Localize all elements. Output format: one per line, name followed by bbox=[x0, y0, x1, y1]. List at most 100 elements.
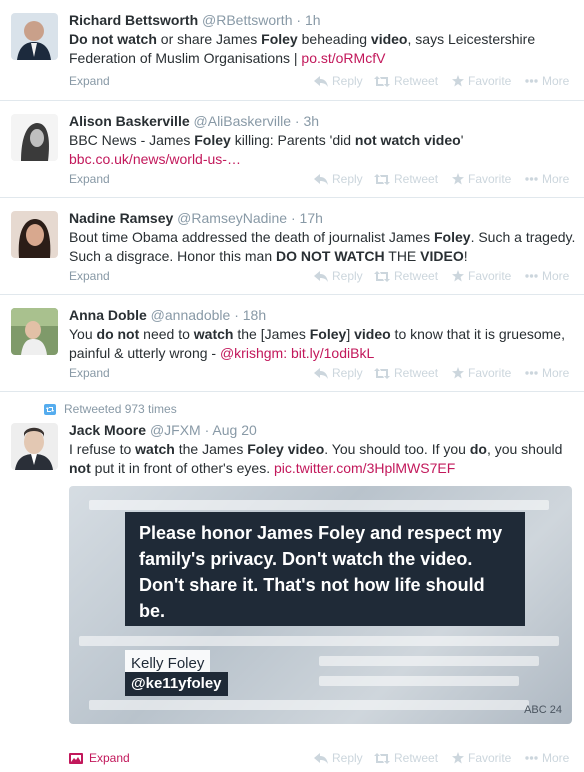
text-highlight: watch bbox=[135, 441, 175, 457]
timestamp[interactable]: 18h bbox=[243, 307, 266, 323]
favorite-button[interactable]: Favorite bbox=[452, 74, 511, 88]
media-image[interactable]: Please honor James Foley and respect my … bbox=[69, 486, 572, 724]
text-highlight: Foley bbox=[261, 31, 298, 47]
retweet-icon bbox=[374, 75, 390, 87]
reply-button[interactable]: Reply bbox=[314, 366, 363, 380]
favorite-label: Favorite bbox=[468, 74, 512, 88]
reply-label: Reply bbox=[332, 74, 363, 88]
favorite-button[interactable]: Favorite bbox=[452, 269, 511, 283]
author-name[interactable]: Richard Bettsworth bbox=[69, 12, 198, 28]
text-fragment: ' bbox=[460, 132, 464, 148]
timestamp[interactable]: 17h bbox=[300, 210, 323, 226]
reply-label: Reply bbox=[332, 751, 363, 765]
text-fragment: the James bbox=[174, 441, 248, 457]
more-label: More bbox=[542, 172, 570, 186]
author-handle[interactable]: @RBettsworth bbox=[202, 12, 292, 28]
tweet[interactable]: Nadine Ramsey @RamseyNadine · 17h Bout t… bbox=[0, 198, 584, 295]
text-fragment: . You should too. If you bbox=[324, 441, 470, 457]
timestamp[interactable]: 3h bbox=[303, 113, 319, 129]
avatar[interactable] bbox=[11, 211, 58, 258]
favorite-label: Favorite bbox=[468, 269, 512, 283]
reply-label: Reply bbox=[332, 172, 363, 186]
background-row bbox=[319, 676, 519, 686]
avatar[interactable] bbox=[11, 423, 58, 470]
tweet[interactable]: Anna Doble @annadoble · 18h You do not n… bbox=[0, 295, 584, 392]
author-name[interactable]: Nadine Ramsey bbox=[69, 210, 173, 226]
reply-label: Reply bbox=[332, 366, 363, 380]
author-handle[interactable]: @JFXM bbox=[150, 422, 201, 438]
star-icon bbox=[452, 367, 464, 379]
retweet-button[interactable]: Retweet bbox=[374, 74, 438, 88]
timestamp[interactable]: Aug 20 bbox=[212, 422, 256, 438]
more-button[interactable]: More bbox=[525, 269, 569, 283]
more-label: More bbox=[542, 269, 570, 283]
expand-label: Expand bbox=[89, 751, 130, 765]
text-fragment: the [James bbox=[233, 326, 310, 342]
media-handle-label: @ke11yfoley bbox=[125, 672, 228, 696]
author-handle[interactable]: @annadoble bbox=[151, 307, 231, 323]
author-name[interactable]: Alison Baskerville bbox=[69, 113, 190, 129]
text-highlight: do bbox=[469, 441, 487, 457]
reply-button[interactable]: Reply bbox=[314, 172, 363, 186]
more-dots-icon bbox=[525, 371, 538, 375]
star-icon bbox=[452, 752, 464, 764]
text-fragment: BBC News - James bbox=[69, 132, 195, 148]
tweet-text: You do not need to watch the [James Fole… bbox=[69, 325, 577, 363]
reply-icon bbox=[314, 752, 328, 764]
more-dots-icon bbox=[525, 79, 538, 83]
reply-button[interactable]: Reply bbox=[314, 74, 363, 88]
retweet-label: Retweet bbox=[394, 366, 439, 380]
expand-link[interactable]: Expand bbox=[69, 172, 110, 186]
tweet-text: Bout time Obama addressed the death of j… bbox=[69, 228, 577, 266]
author-name[interactable]: Jack Moore bbox=[69, 422, 146, 438]
more-button[interactable]: More bbox=[525, 366, 569, 380]
favorite-button[interactable]: Favorite bbox=[452, 172, 511, 186]
retweet-icon bbox=[374, 752, 390, 764]
tweet[interactable]: Richard Bettsworth @RBettsworth · 1h Do … bbox=[0, 0, 584, 101]
tweet[interactable]: Alison Baskerville @AliBaskerville · 3h … bbox=[0, 101, 584, 198]
author-handle[interactable]: @AliBaskerville bbox=[194, 113, 291, 129]
retweet-icon bbox=[374, 367, 390, 379]
more-button[interactable]: More bbox=[525, 751, 569, 765]
avatar[interactable] bbox=[11, 13, 58, 60]
expand-link[interactable]: Expand bbox=[69, 366, 110, 380]
text-fragment: or share James bbox=[156, 31, 262, 47]
retweet-icon bbox=[374, 270, 390, 282]
author-name[interactable]: Anna Doble bbox=[69, 307, 147, 323]
more-button[interactable]: More bbox=[525, 172, 569, 186]
text-fragment: Bout time Obama addressed the death of j… bbox=[69, 229, 434, 245]
favorite-button[interactable]: Favorite bbox=[452, 751, 511, 765]
avatar[interactable] bbox=[11, 114, 58, 161]
tweet-link[interactable]: @krishgm: bit.ly/1odiBkL bbox=[220, 345, 374, 361]
more-button[interactable]: More bbox=[525, 74, 569, 88]
text-highlight: video bbox=[354, 326, 391, 342]
separator-dot: · bbox=[294, 113, 300, 129]
separator-dot: · bbox=[234, 307, 239, 323]
expand-link[interactable]: Expand bbox=[69, 74, 110, 88]
media-caption: Please honor James Foley and respect my … bbox=[125, 512, 525, 626]
tweet-text: BBC News - James Foley killing: Parents … bbox=[69, 131, 577, 169]
expand-link[interactable]: Expand bbox=[69, 751, 130, 765]
reply-button[interactable]: Reply bbox=[314, 751, 363, 765]
tweet-link[interactable]: po.st/oRMcfV bbox=[301, 50, 385, 66]
text-highlight: do not bbox=[96, 326, 140, 342]
retweet-label: Retweet bbox=[394, 751, 439, 765]
text-highlight: Foley bbox=[247, 441, 284, 457]
background-row bbox=[89, 700, 529, 710]
retweet-button[interactable]: Retweet bbox=[374, 366, 438, 380]
more-label: More bbox=[542, 751, 570, 765]
author-handle[interactable]: @RamseyNadine bbox=[177, 210, 287, 226]
tweet-link[interactable]: pic.twitter.com/3HplMWS7EF bbox=[274, 460, 455, 476]
expand-link[interactable]: Expand bbox=[69, 269, 110, 283]
retweet-button[interactable]: Retweet bbox=[374, 172, 438, 186]
retweet-button[interactable]: Retweet bbox=[374, 751, 438, 765]
tweet-link[interactable]: bbc.co.uk/news/world-us-… bbox=[69, 151, 241, 167]
background-row bbox=[89, 500, 549, 510]
text-fragment: I refuse to bbox=[69, 441, 136, 457]
favorite-button[interactable]: Favorite bbox=[452, 366, 511, 380]
timestamp[interactable]: 1h bbox=[305, 12, 321, 28]
avatar[interactable] bbox=[11, 308, 58, 355]
retweet-button[interactable]: Retweet bbox=[374, 269, 438, 283]
text-highlight: not watch video bbox=[354, 132, 461, 148]
reply-button[interactable]: Reply bbox=[314, 269, 363, 283]
